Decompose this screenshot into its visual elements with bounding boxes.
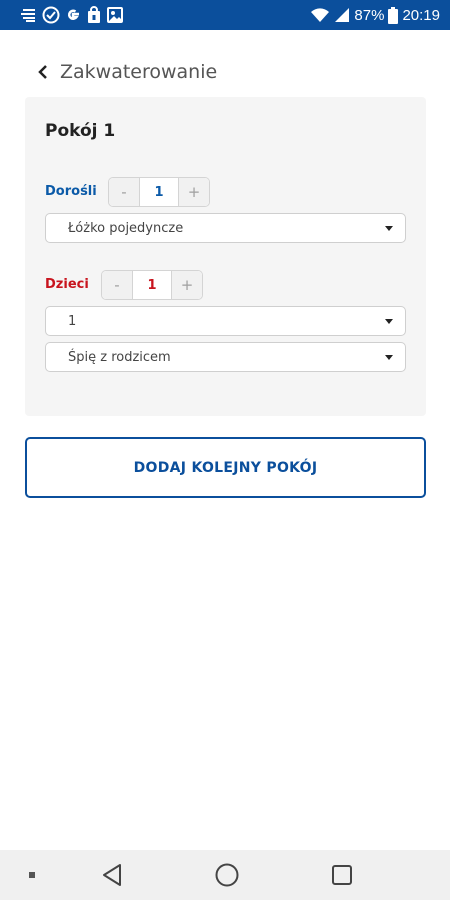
- children-plus-button[interactable]: +: [172, 271, 202, 299]
- room-card: Pokój 1 Dorośli - 1 + Łóżko pojedyncze D…: [25, 97, 426, 416]
- wifi-icon: [310, 7, 330, 23]
- google-g-icon: [64, 6, 82, 24]
- room-title: Pokój 1: [45, 121, 116, 141]
- bed-type-value: Łóżko pojedyncze: [68, 220, 184, 236]
- status-bar: 87% 20:19: [0, 0, 450, 30]
- signal-icon: [334, 7, 350, 23]
- child-sleep-value: Śpię z rodzicem: [68, 349, 171, 365]
- back-triangle-icon[interactable]: [100, 862, 124, 888]
- status-time: 20:19: [402, 6, 440, 24]
- adults-minus-button[interactable]: -: [109, 178, 139, 206]
- dot-icon[interactable]: [28, 871, 36, 879]
- app-header: Zakwaterowanie: [0, 54, 450, 90]
- battery-percent: 87%: [354, 6, 385, 24]
- adults-stepper: - 1 +: [108, 177, 210, 207]
- adults-count[interactable]: 1: [139, 178, 179, 206]
- chevron-left-icon: [38, 65, 47, 79]
- status-bar-left: [20, 6, 124, 24]
- caret-down-icon: [385, 318, 393, 324]
- recents-square-icon[interactable]: [330, 863, 354, 887]
- status-bar-right: 87% 20:19: [310, 6, 440, 24]
- children-stepper: - 1 +: [101, 270, 203, 300]
- children-count[interactable]: 1: [132, 271, 172, 299]
- notification-lines-icon: [20, 7, 38, 23]
- nav-bar: [0, 850, 450, 900]
- children-label: Dzieci: [45, 277, 89, 292]
- add-room-button[interactable]: DODAJ KOLEJNY POKÓJ: [25, 437, 426, 498]
- adults-plus-button[interactable]: +: [179, 178, 209, 206]
- home-circle-icon[interactable]: [214, 862, 240, 888]
- caret-down-icon: [385, 225, 393, 231]
- back-button[interactable]: [32, 61, 54, 83]
- battery-icon: [388, 6, 399, 24]
- child-sleep-select[interactable]: Śpię z rodzicem: [45, 342, 406, 372]
- adults-label: Dorośli: [45, 184, 97, 199]
- child-age-select[interactable]: 1: [45, 306, 406, 336]
- caret-down-icon: [385, 354, 393, 360]
- bed-type-select[interactable]: Łóżko pojedyncze: [45, 213, 406, 243]
- check-circle-icon: [42, 6, 60, 24]
- child-age-value: 1: [68, 313, 77, 329]
- image-box-icon: [106, 6, 124, 24]
- children-minus-button[interactable]: -: [102, 271, 132, 299]
- page-title: Zakwaterowanie: [60, 61, 218, 83]
- lock-box-icon: [86, 6, 102, 24]
